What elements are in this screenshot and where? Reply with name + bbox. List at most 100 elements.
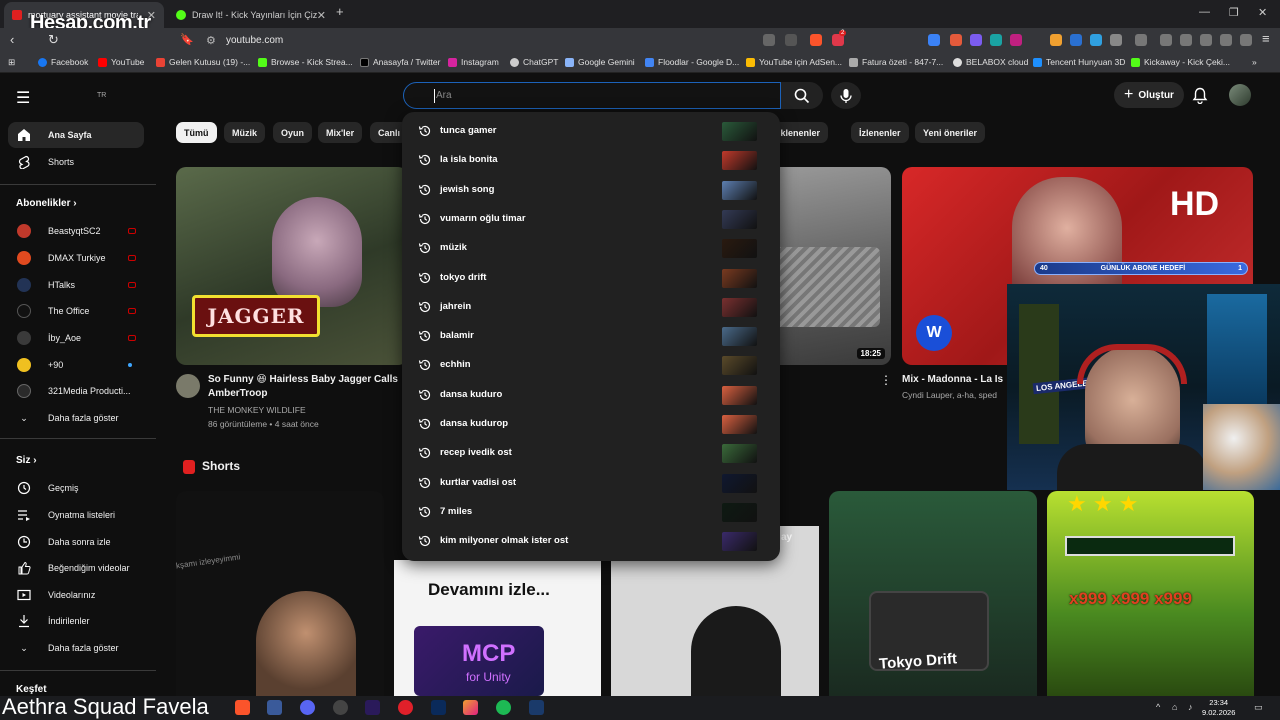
search-input[interactable]: Ara	[403, 82, 781, 109]
chip-music[interactable]: Müzik	[224, 122, 266, 143]
cast-icon[interactable]	[763, 34, 775, 46]
notifications-bell-icon[interactable]	[1192, 87, 1208, 104]
account-avatar[interactable]	[1229, 84, 1251, 106]
app-icon[interactable]	[463, 700, 478, 715]
subscriptions-heading[interactable]: Abonelikler ›	[16, 198, 77, 209]
close-tab-icon[interactable]: ✕	[317, 9, 326, 22]
extension-icon[interactable]	[1070, 34, 1082, 46]
extension-icon[interactable]	[1050, 34, 1062, 46]
sidebar-item-downloads[interactable]: İndirilenler	[8, 608, 144, 634]
extension-icon[interactable]	[990, 34, 1002, 46]
sidebar-channel[interactable]: 321Media Producti...	[8, 378, 144, 404]
chip-all[interactable]: Tümü	[176, 122, 217, 143]
brave-icon[interactable]	[235, 700, 250, 715]
search-suggestion[interactable]: dansa kuduro	[402, 381, 780, 410]
app-icon[interactable]	[267, 700, 282, 715]
sidebar-item-home[interactable]: Ana Sayfa	[8, 122, 144, 148]
video-title[interactable]: Mix - Madonna - La Is	[902, 373, 1007, 387]
opera-icon[interactable]	[398, 700, 413, 715]
bookmark-belabox[interactable]: BELABOX cloud	[953, 57, 1028, 67]
short-thumbnail[interactable]: ★ ★ ★ x999 x999 x999	[1047, 491, 1254, 696]
bookmark-kickaway[interactable]: Kickaway - Kick Çeki...	[1131, 57, 1230, 67]
bookmark-hunyuan[interactable]: Tencent Hunyuan 3D	[1033, 57, 1125, 67]
extension-icon[interactable]	[928, 34, 940, 46]
show-more-you[interactable]: ⌄ Daha fazla göster	[8, 635, 144, 661]
chip-new-to-you[interactable]: Yeni öneriler	[915, 122, 986, 143]
chip-games[interactable]: Oyun	[273, 122, 313, 143]
video-channel[interactable]: Cyndi Lauper, a-ha, sped	[902, 388, 1007, 402]
media-icon[interactable]	[1160, 34, 1172, 46]
extension-icon[interactable]	[1010, 34, 1022, 46]
wallet-icon[interactable]	[1200, 34, 1212, 46]
shield-icon[interactable]	[1240, 34, 1252, 46]
search-suggestion[interactable]: kurtlar vadisi ost	[402, 469, 780, 498]
share-icon[interactable]	[785, 34, 797, 46]
search-suggestion[interactable]: dansa kudurop	[402, 410, 780, 439]
browser-menu-icon[interactable]: ≡	[1262, 31, 1270, 46]
bookmark-icon[interactable]: 🔖	[180, 33, 194, 46]
bookmark-chatgpt[interactable]: ChatGPT	[510, 57, 558, 67]
search-suggestion[interactable]: tunca gamer	[402, 117, 780, 146]
sidebar-item-playlists[interactable]: Oynatma listeleri	[8, 502, 144, 528]
short-thumbnail[interactable]: Azad01 : cuma akşamı izleyeyimmi	[176, 491, 384, 696]
screenshot-icon[interactable]	[1135, 34, 1147, 46]
video-title[interactable]: So Funny 😆 Hairless Baby Jagger Calls Amb…	[208, 373, 408, 401]
extension-icon[interactable]	[1090, 34, 1102, 46]
volume-icon[interactable]: ♪	[1188, 702, 1193, 712]
spotify-icon[interactable]	[496, 700, 511, 715]
clock[interactable]: 23:34 9.02.2026	[1202, 698, 1235, 718]
sidebar-item-shorts[interactable]: Shorts	[8, 149, 144, 175]
premiere-icon[interactable]	[365, 700, 380, 715]
search-suggestion[interactable]: echhin	[402, 351, 780, 380]
tab-draw-it[interactable]: Draw It! - Kick Yayınları İçin Çizim ve …	[168, 2, 334, 28]
bookmark-youtube[interactable]: YouTube	[98, 57, 144, 67]
voice-search-button[interactable]	[831, 82, 861, 109]
sidebar-channel[interactable]: DMAX Turkiye	[8, 245, 144, 271]
obs-icon[interactable]	[333, 700, 348, 715]
menu-icon[interactable]: ☰	[16, 88, 30, 108]
channel-avatar[interactable]	[176, 374, 200, 398]
search-suggestion[interactable]: müzik	[402, 234, 780, 263]
extensions-menu-icon[interactable]	[1110, 34, 1122, 46]
short-thumbnail[interactable]: Devamını izle... MCP for Unity	[394, 560, 601, 696]
bookmark-instagram[interactable]: Instagram	[448, 57, 499, 67]
bookmark-adsense[interactable]: YouTube için AdSen...	[746, 57, 842, 67]
you-heading[interactable]: Siz ›	[16, 455, 37, 466]
site-settings-icon[interactable]: ⚙	[206, 34, 216, 47]
search-suggestion[interactable]: vumarın oğlu timar	[402, 205, 780, 234]
back-icon[interactable]: ‹	[10, 32, 14, 47]
create-button[interactable]: + Oluştur	[1114, 82, 1184, 108]
brave-shields-icon[interactable]	[810, 34, 822, 46]
restore-icon[interactable]: ❐	[1229, 6, 1239, 19]
url-field[interactable]: ⚙ youtube.com	[200, 31, 760, 50]
search-suggestion[interactable]: recep ivedik ost	[402, 439, 780, 468]
discord-icon[interactable]	[300, 700, 315, 715]
bookmark-gmail[interactable]: Gelen Kutusu (19) -...	[156, 57, 250, 67]
extension-icon[interactable]	[970, 34, 982, 46]
photoshop-icon[interactable]	[431, 700, 446, 715]
sidebar-channel[interactable]: The Office	[8, 298, 144, 324]
video-channel[interactable]: THE MONKEY WILDLIFE	[208, 403, 306, 417]
close-window-icon[interactable]: ✕	[1258, 6, 1267, 19]
sidebar-item-your-videos[interactable]: Videolarınız	[8, 582, 144, 608]
minimize-icon[interactable]: —	[1199, 6, 1210, 18]
more-options-icon[interactable]: ⋮	[880, 373, 892, 387]
bookmark-fatura[interactable]: Fatura özeti - 847-7...	[849, 57, 943, 67]
steam-icon[interactable]	[529, 700, 544, 715]
sidebar-item-watch-later[interactable]: Daha sonra izle	[8, 529, 144, 555]
sidebar-channel[interactable]: İby_Aoe	[8, 325, 144, 351]
bookmark-floodlar[interactable]: Floodlar - Google D...	[645, 57, 739, 67]
video-thumbnail[interactable]: JAGGER	[176, 167, 408, 365]
sidebar-channel[interactable]: +90	[8, 352, 144, 378]
search-button[interactable]	[781, 82, 823, 109]
more-bookmarks-icon[interactable]: »	[1252, 57, 1257, 67]
sidebar-toggle-icon[interactable]	[1180, 34, 1192, 46]
bookmark-facebook[interactable]: Facebook	[38, 57, 88, 67]
notifications-icon[interactable]: ▭	[1254, 702, 1263, 713]
search-suggestion[interactable]: 7 miles	[402, 498, 780, 527]
tray-chevron-icon[interactable]: ^	[1156, 702, 1160, 712]
sidebar-channel[interactable]: BeastyqtSC2	[8, 218, 144, 244]
sidebar-channel[interactable]: HTalks	[8, 272, 144, 298]
chip-watched[interactable]: İzlenenler	[851, 122, 909, 143]
sidebar-item-liked-videos[interactable]: Beğendiğim videolar	[8, 555, 144, 581]
